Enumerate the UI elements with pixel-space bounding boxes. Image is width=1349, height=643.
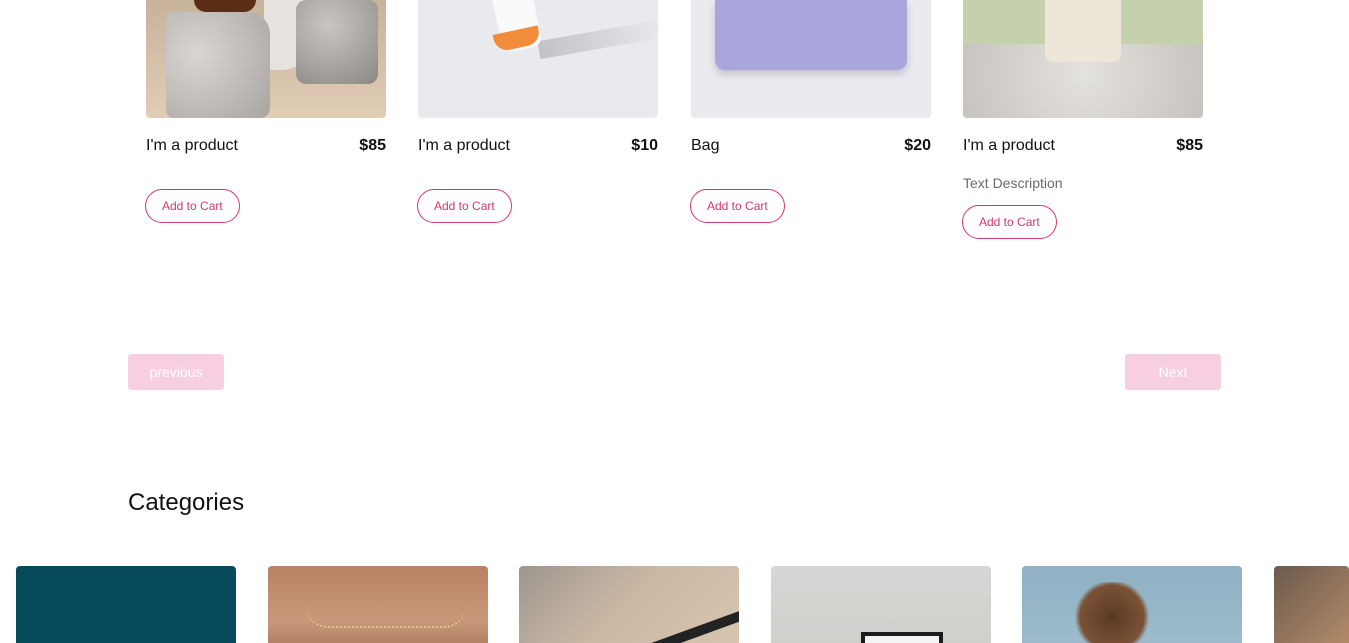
product-image[interactable] — [691, 0, 931, 118]
previous-button[interactable]: previous — [128, 354, 224, 390]
category-tile-frame[interactable] — [771, 566, 991, 643]
category-tile-teal[interactable] — [16, 566, 236, 643]
product-description: Text Description — [963, 175, 1063, 191]
add-to-cart-button[interactable]: Add to Cart — [145, 189, 240, 223]
product-price: $85 — [1176, 137, 1203, 154]
category-tile-portrait[interactable] — [1274, 566, 1349, 643]
product-name[interactable]: Bag — [691, 137, 719, 155]
product-card: I'm a product $85 Add to Cart — [145, 0, 386, 223]
add-to-cart-button[interactable]: Add to Cart — [690, 189, 785, 223]
product-image[interactable] — [418, 0, 658, 118]
product-name[interactable]: I'm a product — [963, 137, 1055, 155]
product-price: $10 — [631, 137, 658, 154]
product-name[interactable]: I'm a product — [146, 137, 238, 155]
product-price: $20 — [904, 137, 931, 154]
product-card: Bag $20 Add to Cart — [690, 0, 931, 223]
categories-title: Categories — [128, 489, 245, 516]
product-image[interactable] — [963, 0, 1203, 118]
add-to-cart-button[interactable]: Add to Cart — [417, 189, 512, 223]
product-card: I'm a product $85 Text Description Add t… — [962, 0, 1203, 239]
product-card: I'm a product $10 Add to Cart — [417, 0, 658, 223]
product-price: $85 — [359, 137, 386, 154]
category-tile-necklace[interactable] — [268, 566, 488, 643]
next-button[interactable]: Next — [1125, 354, 1221, 390]
category-tile-hat[interactable] — [519, 566, 739, 643]
add-to-cart-button[interactable]: Add to Cart — [962, 205, 1057, 239]
product-image[interactable] — [146, 0, 386, 118]
product-name[interactable]: I'm a product — [418, 137, 510, 155]
page: I'm a product $85 Add to Cart I'm a prod… — [0, 0, 1349, 643]
category-tile-woman[interactable] — [1022, 566, 1242, 643]
